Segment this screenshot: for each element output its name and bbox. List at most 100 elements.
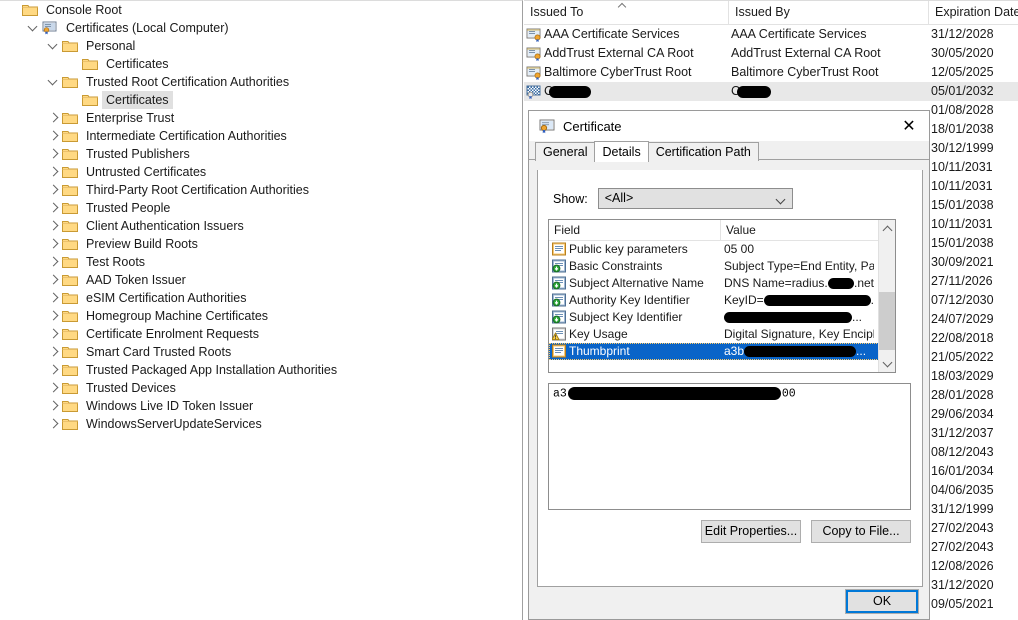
column-header-expiration-date[interactable]: Expiration Date [929,1,1018,24]
chevron-right-icon[interactable] [46,308,62,324]
chevron-down-icon[interactable] [46,38,62,54]
field-name: Thumbprint [569,344,630,358]
tree-item[interactable]: Certificates (Local Computer) [0,19,522,37]
field-row[interactable]: Subject Alternative Name DNS Name=radius.… [549,275,895,292]
tree-item[interactable]: Client Authentication Issuers [0,217,522,235]
redaction-bar [744,346,857,357]
chevron-right-icon[interactable] [46,398,62,414]
field-row[interactable]: Key Usage Digital Signature, Key Encipher… [549,326,895,343]
extension-icon [552,293,566,307]
tree-item[interactable]: Smart Card Trusted Roots [0,343,522,361]
chevron-right-icon[interactable] [46,380,62,396]
dialog-action-buttons: Edit Properties... Copy to File... [548,520,911,543]
tree-item[interactable]: Trusted People [0,199,522,217]
tab-details[interactable]: Details [594,141,649,162]
chevron-right-icon[interactable] [46,236,62,252]
chevron-right-icon[interactable] [46,218,62,234]
tree-item[interactable]: Preview Build Roots [0,235,522,253]
edit-properties-button[interactable]: Edit Properties... [701,520,801,543]
table-row[interactable]: Baltimore CyberTrust Root Baltimore Cyber… [524,63,1018,82]
field-row[interactable]: Thumbprint a3b... [549,343,895,360]
chevron-right-icon[interactable] [46,254,62,270]
field-value-suffix: .net [853,276,874,290]
tree-item[interactable]: Trusted Devices [0,379,522,397]
field-value: 05 00 [724,241,874,258]
tree-item[interactable]: WindowsServerUpdateServices [0,415,522,433]
tree-item-label: Test Roots [86,255,146,269]
tree-item-label: eSIM Certification Authorities [86,291,247,305]
tree-item[interactable]: Certificates [0,91,522,109]
scroll-up-icon[interactable] [879,220,895,237]
dialog-footer: OK [529,587,929,619]
folder-icon [62,345,78,359]
scroll-down-icon[interactable] [879,355,895,372]
tree-item-label: Console Root [46,3,122,17]
tree-item[interactable]: Personal [0,37,522,55]
details-tab-page: Show: <All> Field Value Public key param… [537,170,923,587]
fields-scrollbar[interactable] [878,220,895,372]
tree-item[interactable]: Trusted Publishers [0,145,522,163]
chevron-right-icon[interactable] [46,326,62,342]
tree-item[interactable]: eSIM Certification Authorities [0,289,522,307]
show-dropdown[interactable]: <All> [597,188,793,209]
folder-icon [62,273,78,287]
tree-item[interactable]: Certificates [0,55,522,73]
chevron-right-icon[interactable] [46,344,62,360]
table-row[interactable]: AAA Certificate Services AAA Certificate … [524,25,1018,44]
field-row[interactable]: Subject Key Identifier... [549,309,895,326]
tree-item[interactable]: Untrusted Certificates [0,163,522,181]
tree-item[interactable]: Trusted Root Certification Authorities [0,73,522,91]
certificate-fields-list[interactable]: Field Value Public key parameters 05 00 Ba… [548,219,896,373]
scrollbar-thumb[interactable] [879,292,895,350]
chevron-down-icon[interactable] [26,20,42,36]
ok-button[interactable]: OK [845,589,919,614]
console-tree-pane[interactable]: Console Root Certificates (Local Computer… [0,0,523,620]
field-value-textbox[interactable]: a3 00 [548,383,911,510]
chevron-right-icon[interactable] [46,164,62,180]
column-header-issued-by[interactable]: Issued By [729,1,929,24]
redaction-bar [567,387,781,400]
table-row[interactable]: AddTrust External CA Root AddTrust Extern… [524,44,1018,63]
table-row[interactable]: CC05/01/2032 [524,82,1018,101]
tree-item[interactable]: Test Roots [0,253,522,271]
chevron-right-icon[interactable] [46,128,62,144]
tree-item-label: Preview Build Roots [86,237,198,251]
tree-item[interactable]: Third-Party Root Certification Authoriti… [0,181,522,199]
cell-expiration-date: 27/11/2026 [931,274,993,288]
copy-to-file-button[interactable]: Copy to File... [811,520,911,543]
tree-item[interactable]: Intermediate Certification Authorities [0,127,522,145]
cell-expiration-date: 07/12/2030 [931,293,994,307]
tab-general[interactable]: General [535,142,596,161]
tree-item[interactable]: Trusted Packaged App Installation Author… [0,361,522,379]
cell-expiration-date: 18/01/2038 [931,122,994,136]
folder-icon [62,183,78,197]
chevron-right-icon[interactable] [46,182,62,198]
chevron-right-icon[interactable] [46,290,62,306]
chevron-right-icon[interactable] [46,362,62,378]
tree-item-label: WindowsServerUpdateServices [86,417,262,431]
chevron-right-icon[interactable] [46,272,62,288]
tree-item-label: Trusted People [86,201,171,215]
cell-expiration-date: 27/02/2043 [931,521,994,535]
field-row[interactable]: Authority Key Identifier KeyID=. [549,292,895,309]
chevron-right-icon[interactable] [46,416,62,432]
chevron-right-icon[interactable] [46,110,62,126]
tab-certification-path[interactable]: Certification Path [647,142,759,161]
field-row[interactable]: Basic Constraints Subject Type=End Entity… [549,258,895,275]
tree-item[interactable]: Windows Live ID Token Issuer [0,397,522,415]
dialog-titlebar[interactable]: Certificate ✕ [529,111,929,141]
list-column-header: Issued To Issued By Expiration Date [524,1,1018,25]
chevron-right-icon[interactable] [46,146,62,162]
cell-expiration-date: 10/11/2031 [931,217,993,231]
tree-item-label: Homegroup Machine Certificates [86,309,269,323]
column-header-value: Value [726,223,756,237]
chevron-down-icon[interactable] [46,74,62,90]
tree-item[interactable]: Console Root [0,1,522,19]
chevron-right-icon[interactable] [46,200,62,216]
field-row[interactable]: Public key parameters 05 00 [549,241,895,258]
tree-item[interactable]: Enterprise Trust [0,109,522,127]
tree-item[interactable]: Homegroup Machine Certificates [0,307,522,325]
tree-item[interactable]: Certificate Enrolment Requests [0,325,522,343]
tree-item[interactable]: AAD Token Issuer [0,271,522,289]
close-icon[interactable]: ✕ [889,111,929,141]
